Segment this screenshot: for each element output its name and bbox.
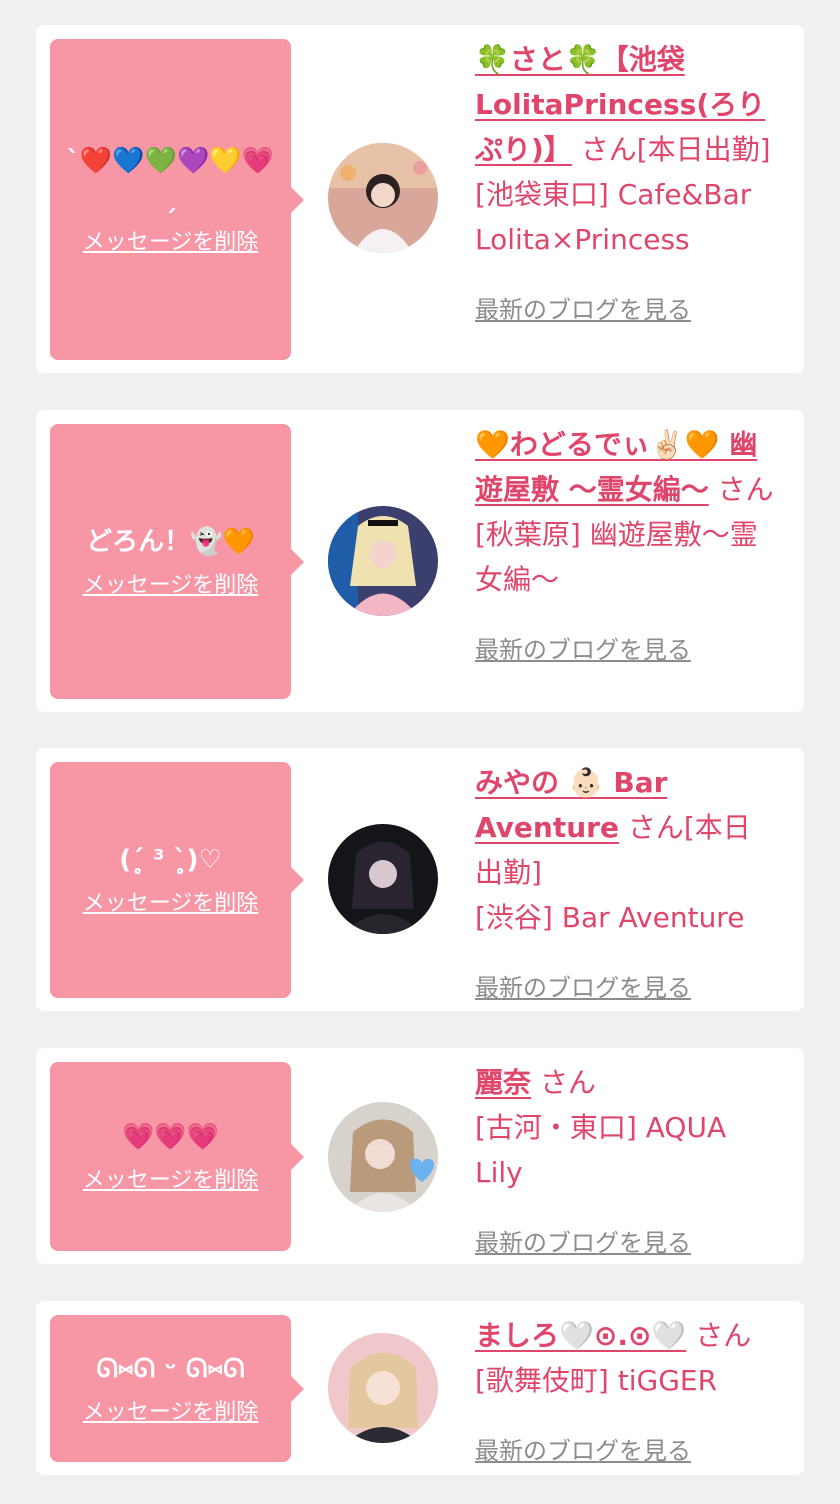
- message-text: ᘏ⑅ᘏ ᵕ ᘏ⑅ᘏ: [96, 1353, 245, 1384]
- message-card: どろん！👻🧡 メッセージを削除 🧡わどるでぃ✌🏻🧡 幽遊屋敷 〜霊女編〜 さん …: [36, 410, 804, 712]
- latest-blog-link[interactable]: 最新のブログを見る: [475, 966, 691, 1011]
- message-text: 💗💗💗: [121, 1121, 220, 1152]
- message-card: ᘏ⑅ᘏ ᵕ ᘏ⑅ᘏ メッセージを削除 ましろ🤍⊙.⊙🤍 さん [歌舞伎町] ti…: [36, 1301, 804, 1475]
- latest-blog-link[interactable]: 最新のブログを見る: [475, 1221, 691, 1266]
- cast-name-line: 🧡わどるでぃ✌🏻🧡 幽遊屋敷 〜霊女編〜 さん: [475, 422, 775, 512]
- message-text: どろん！👻🧡: [86, 526, 255, 557]
- avatar[interactable]: [328, 143, 438, 253]
- shop-name: [渋谷] Bar Aventure: [475, 901, 745, 934]
- cast-suffix: さん: [695, 1319, 752, 1352]
- cast-name-link[interactable]: 麗奈: [475, 1066, 531, 1099]
- message-bubble: どろん！👻🧡 メッセージを削除: [50, 424, 304, 699]
- shop-name: [歌舞伎町] tiGGER: [475, 1364, 718, 1397]
- message-card: ˋ❤️💙💚💜💛💗ˏ メッセージを削除 🍀さと🍀【池袋LolitaPrincess…: [36, 25, 804, 373]
- message-card: 💗💗💗 メッセージを削除 麗奈 さん [古河・東口] AQUA Lily 最新の…: [36, 1048, 804, 1264]
- delete-message-link[interactable]: メッセージを削除: [83, 1166, 259, 1196]
- avatar-photo: [328, 1333, 438, 1443]
- cast-name-link[interactable]: ましろ🤍⊙.⊙🤍: [475, 1319, 686, 1352]
- message-bubble: ˋ❤️💙💚💜💛💗ˏ メッセージを削除: [50, 39, 304, 360]
- cast-suffix: さん[本日出勤]: [580, 133, 771, 166]
- cast-name-line: 麗奈 さん: [475, 1060, 775, 1105]
- shop-name: [秋葉原] 幽遊屋敷〜霊女編〜: [475, 518, 758, 596]
- message-bubble: (ˊ̥̥̥̥̥ ³ ˋ̥̥̥̥̥)♡ メッセージを削除: [50, 762, 304, 998]
- message-text: (ˊ̥̥̥̥̥ ³ ˋ̥̥̥̥̥)♡: [119, 845, 222, 875]
- message-bubble: ᘏ⑅ᘏ ᵕ ᘏ⑅ᘏ メッセージを削除: [50, 1315, 304, 1462]
- avatar[interactable]: [328, 1102, 438, 1212]
- message-card: (ˊ̥̥̥̥̥ ³ ˋ̥̥̥̥̥)♡ メッセージを削除 みやの 👶🏻 Bar A…: [36, 748, 804, 1011]
- cast-suffix: さん: [717, 473, 774, 506]
- cast-info: 🧡わどるでぃ✌🏻🧡 幽遊屋敷 〜霊女編〜 さん [秋葉原] 幽遊屋敷〜霊女編〜 …: [475, 422, 775, 673]
- cast-info: みやの 👶🏻 Bar Aventure さん[本日出勤] [渋谷] Bar Av…: [475, 760, 775, 1011]
- avatar[interactable]: [328, 824, 438, 934]
- avatar-photo: [328, 1102, 438, 1212]
- avatar-photo: [328, 506, 438, 616]
- avatar[interactable]: [328, 1333, 438, 1443]
- latest-blog-link[interactable]: 最新のブログを見る: [475, 1429, 691, 1474]
- avatar[interactable]: [328, 506, 438, 616]
- cast-name-link[interactable]: 🧡わどるでぃ✌🏻🧡 幽遊屋敷 〜霊女編〜: [475, 428, 757, 506]
- cast-name-line: ましろ🤍⊙.⊙🤍 さん: [475, 1313, 775, 1358]
- cast-info: ましろ🤍⊙.⊙🤍 さん [歌舞伎町] tiGGER 最新のブログを見る: [475, 1313, 775, 1474]
- avatar-photo: [328, 824, 438, 934]
- avatar-photo: [328, 143, 438, 253]
- delete-message-link[interactable]: メッセージを削除: [83, 571, 259, 601]
- message-bubble: 💗💗💗 メッセージを削除: [50, 1062, 304, 1251]
- delete-message-link[interactable]: メッセージを削除: [83, 228, 259, 258]
- cast-name-line: 🍀さと🍀【池袋LolitaPrincess(ろりぷり)】 さん[本日出勤]: [475, 37, 775, 172]
- latest-blog-link[interactable]: 最新のブログを見る: [475, 628, 691, 673]
- cast-suffix: さん: [539, 1066, 596, 1099]
- message-text: ˋ❤️💙💚💜💛💗ˏ: [66, 145, 275, 214]
- cast-info: 麗奈 さん [古河・東口] AQUA Lily 最新のブログを見る: [475, 1060, 775, 1266]
- delete-message-link[interactable]: メッセージを削除: [83, 889, 259, 919]
- latest-blog-link[interactable]: 最新のブログを見る: [475, 288, 691, 333]
- delete-message-link[interactable]: メッセージを削除: [83, 1398, 259, 1428]
- shop-name: [池袋東口] Cafe&Bar Lolita×Princess: [475, 178, 752, 256]
- cast-info: 🍀さと🍀【池袋LolitaPrincess(ろりぷり)】 さん[本日出勤] [池…: [475, 37, 775, 333]
- shop-name: [古河・東口] AQUA Lily: [475, 1111, 727, 1189]
- cast-name-line: みやの 👶🏻 Bar Aventure さん[本日出勤]: [475, 760, 775, 895]
